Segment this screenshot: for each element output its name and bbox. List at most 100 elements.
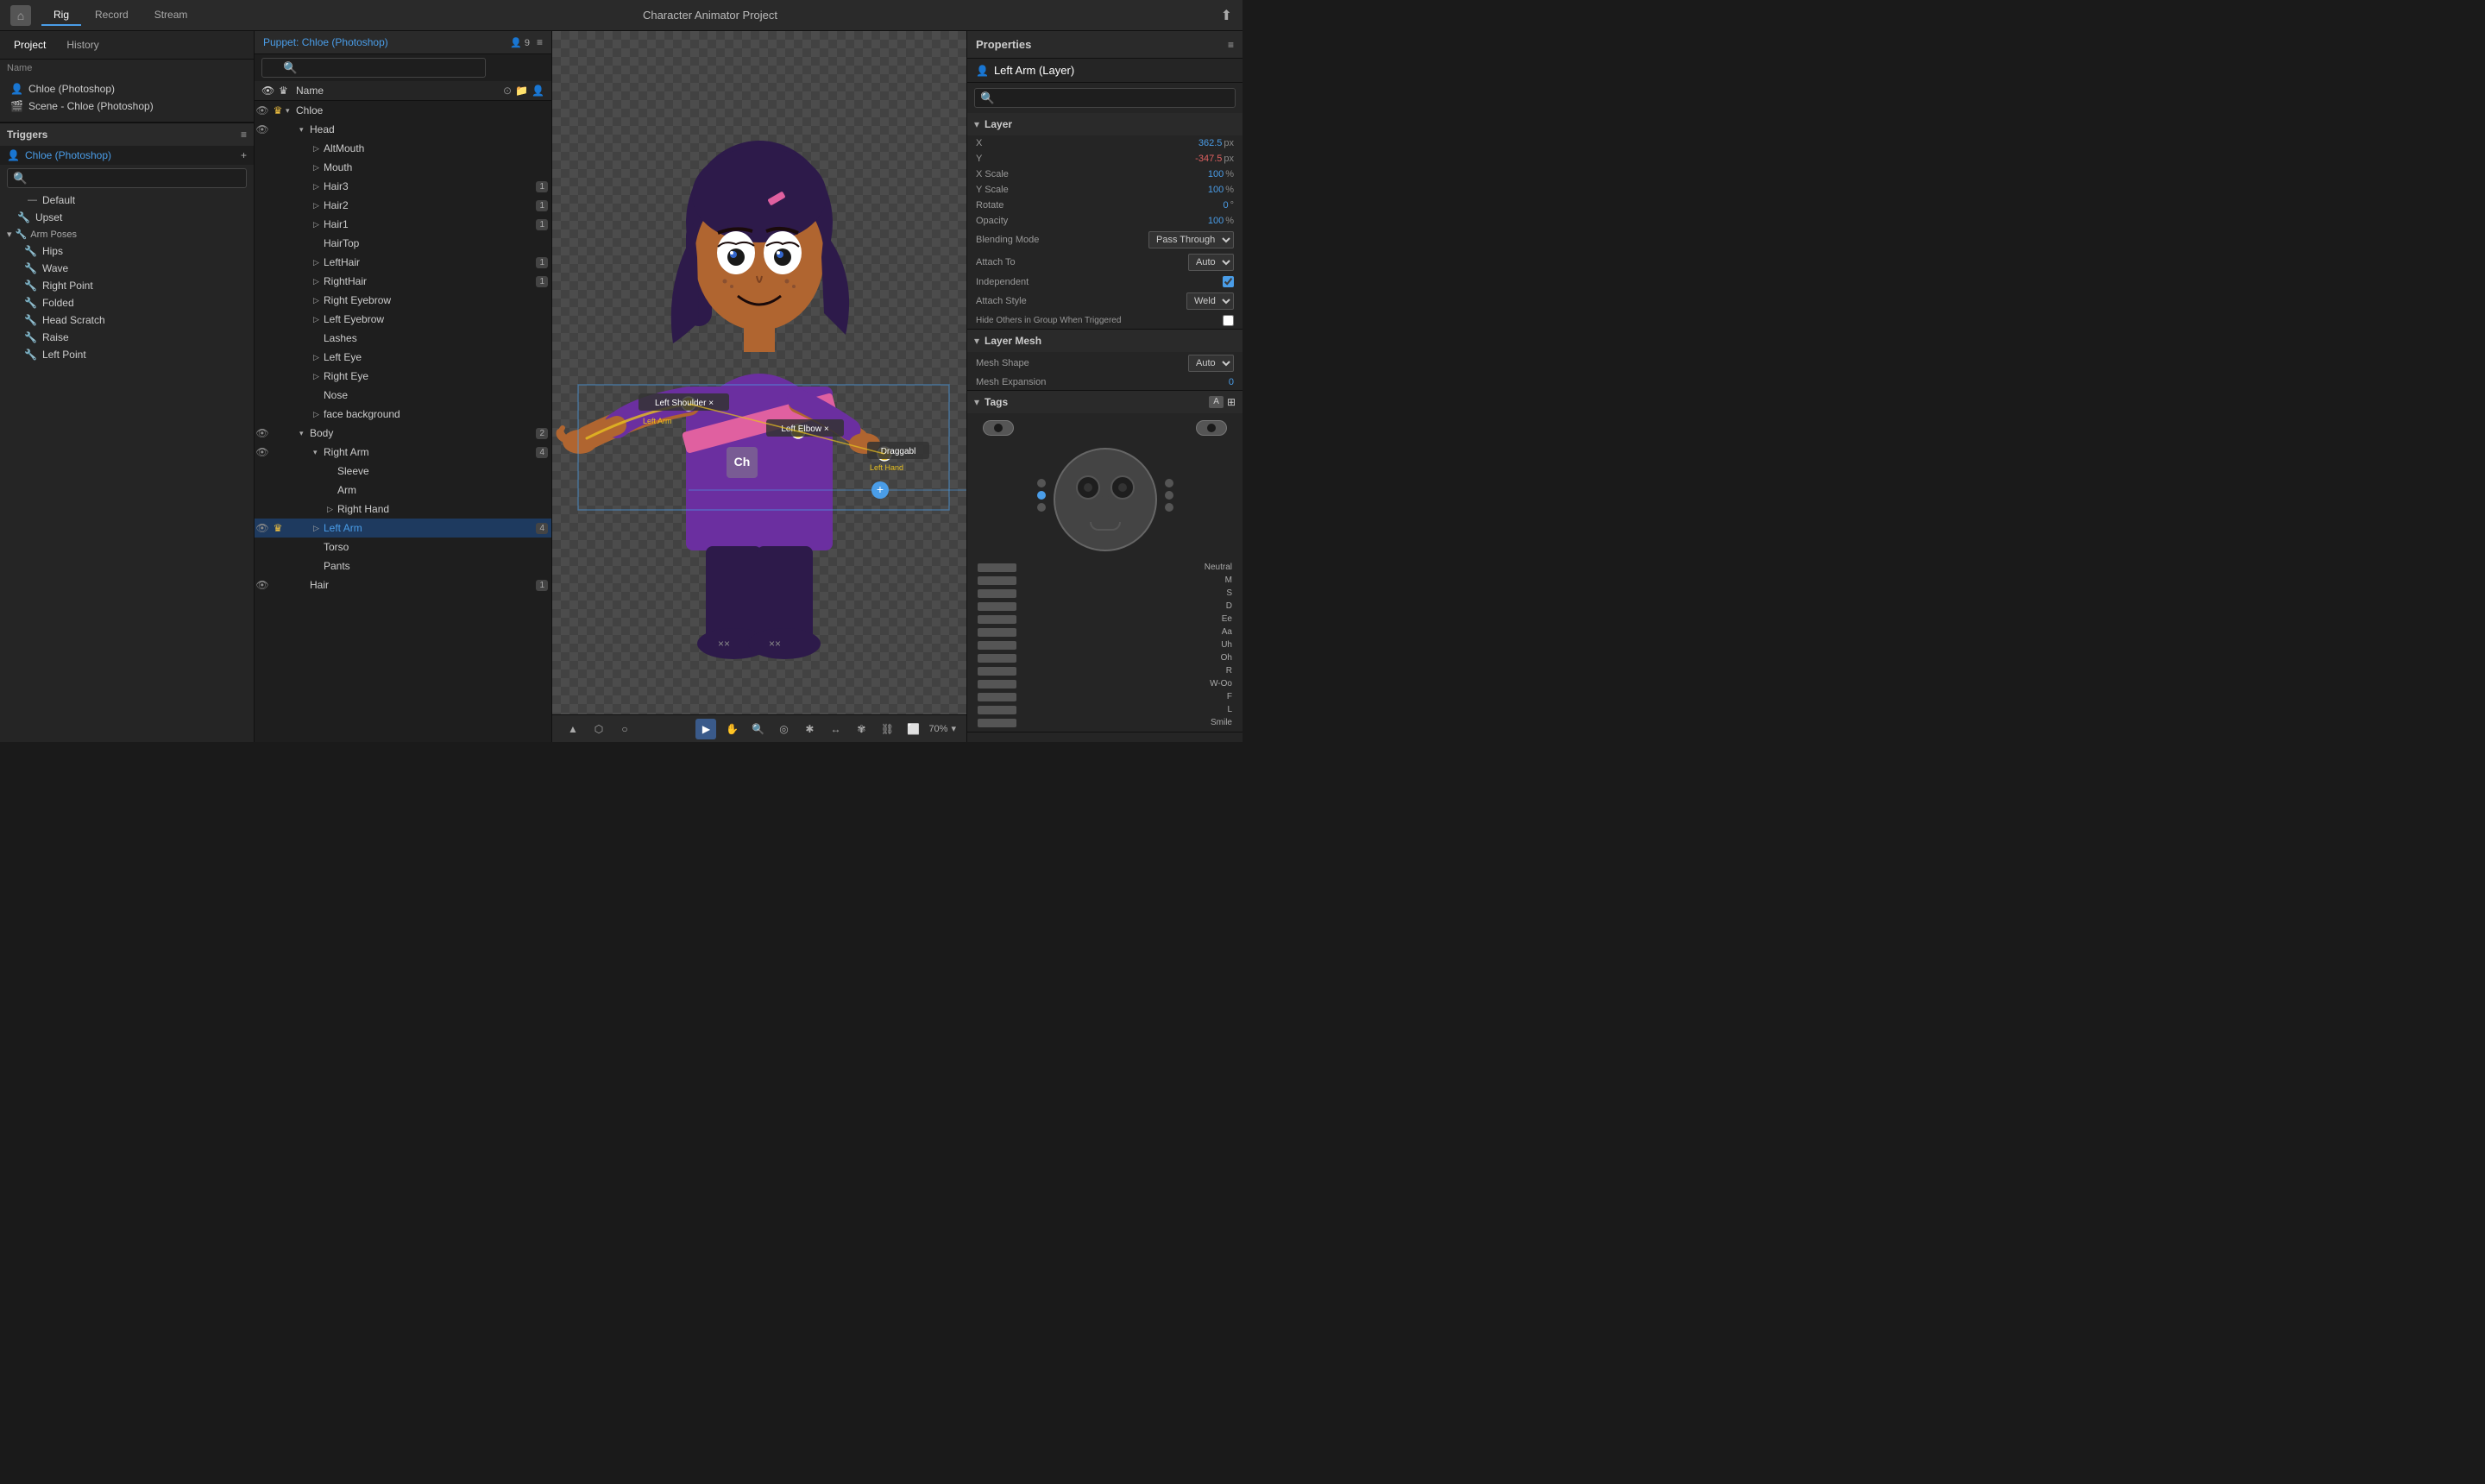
hide-others-checkbox[interactable] <box>1223 315 1234 326</box>
pan-tool[interactable]: ✋ <box>721 719 742 739</box>
tree-eye-18[interactable]: 👁 <box>255 446 270 458</box>
xscale-value[interactable]: 100 <box>1208 169 1224 179</box>
tree-row-right-arm[interactable]: 👁▾Right Arm4 <box>255 443 551 462</box>
tree-eye-1[interactable]: 👁 <box>255 123 270 135</box>
tree-row-arm[interactable]: Arm <box>255 481 551 500</box>
triggers-add-button[interactable]: + <box>241 149 247 161</box>
mesh-shape-select[interactable]: Auto <box>1188 355 1234 372</box>
tree-arrow-11[interactable]: ▷ <box>313 315 324 324</box>
props-menu-icon[interactable]: ≡ <box>1228 39 1234 51</box>
tree-arrow-16[interactable]: ▷ <box>313 410 324 419</box>
project-item-scene[interactable]: 🎬 Scene - Chloe (Photoshop) <box>0 97 254 115</box>
swap-tool[interactable]: ↔ <box>825 719 846 739</box>
trigger-upset[interactable]: 🔧 Upset <box>0 209 254 226</box>
tree-arrow-18[interactable]: ▾ <box>313 448 324 457</box>
puppet-search-input[interactable] <box>261 58 486 78</box>
tree-row-nose[interactable]: Nose <box>255 386 551 405</box>
tree-row-hair3[interactable]: ▷Hair31 <box>255 177 551 196</box>
tree-row-hair1[interactable]: ▷Hair11 <box>255 215 551 234</box>
tree-row-left-eye[interactable]: ▷Left Eye <box>255 348 551 367</box>
tree-row-face-background[interactable]: ▷face background <box>255 405 551 424</box>
tree-arrow-5[interactable]: ▷ <box>313 201 324 211</box>
layer-mesh-section-header[interactable]: ▾ Layer Mesh <box>967 330 1242 352</box>
puppet-menu-icon[interactable]: ≡ <box>537 36 543 48</box>
tree-crown-0[interactable]: ♛ <box>270 104 286 116</box>
trigger-hips[interactable]: 🔧 Hips <box>14 242 254 260</box>
tree-row-sleeve[interactable]: Sleeve <box>255 462 551 481</box>
trigger-right-point[interactable]: 🔧 Right Point <box>14 277 254 294</box>
tree-row-hairtop[interactable]: HairTop <box>255 234 551 253</box>
trigger-head-scratch[interactable]: 🔧 Head Scratch <box>14 311 254 329</box>
tree-row-head[interactable]: 👁▾Head <box>255 120 551 139</box>
tree-row-hair2[interactable]: ▷Hair21 <box>255 196 551 215</box>
y-value[interactable]: -347.5 <box>1195 154 1222 164</box>
tree-row-mouth[interactable]: ▷Mouth <box>255 158 551 177</box>
blending-mode-select[interactable]: Pass Through <box>1148 231 1234 248</box>
tree-eye-22[interactable]: 👁 <box>255 522 270 534</box>
tree-row-hair[interactable]: 👁Hair1 <box>255 575 551 594</box>
tree-arrow-1[interactable]: ▾ <box>299 125 310 135</box>
tree-arrow-10[interactable]: ▷ <box>313 296 324 305</box>
tree-arrow-3[interactable]: ▷ <box>313 163 324 173</box>
trigger-default[interactable]: — Default <box>0 192 254 209</box>
link-tool[interactable]: ⛓ <box>877 719 897 739</box>
tab-stream[interactable]: Stream <box>142 5 200 26</box>
tree-arrow-9[interactable]: ▷ <box>313 277 324 286</box>
tree-row-lashes[interactable]: Lashes <box>255 329 551 348</box>
tree-arrow-17[interactable]: ▾ <box>299 429 310 438</box>
tree-arrow-4[interactable]: ▷ <box>313 182 324 192</box>
tags-section-header[interactable]: ▾ Tags A ⊞ <box>967 391 1242 413</box>
zoom-dropdown-icon[interactable]: ▾ <box>951 723 956 734</box>
project-item-chloe[interactable]: 👤 Chloe (Photoshop) <box>0 80 254 97</box>
tree-arrow-13[interactable]: ▷ <box>313 353 324 362</box>
tree-crown-22[interactable]: ♛ <box>270 522 286 534</box>
warning-icon[interactable]: ▲ <box>563 719 583 739</box>
home-icon[interactable]: ⌂ <box>10 5 31 26</box>
tab-rig[interactable]: Rig <box>41 5 81 26</box>
layer-section-header[interactable]: ▾ Layer <box>967 113 1242 135</box>
trigger-left-point[interactable]: 🔧 Left Point <box>14 346 254 363</box>
tree-row-righthair[interactable]: ▷RightHair1 <box>255 272 551 291</box>
x-value[interactable]: 362.5 <box>1198 138 1223 148</box>
tree-eye-25[interactable]: 👁 <box>255 579 270 591</box>
tree-row-pants[interactable]: Pants <box>255 556 551 575</box>
tree-arrow-14[interactable]: ▷ <box>313 372 324 381</box>
tree-row-altmouth[interactable]: ▷AltMouth <box>255 139 551 158</box>
select-tool[interactable]: ▶ <box>695 719 716 739</box>
tree-arrow-2[interactable]: ▷ <box>313 144 324 154</box>
export-icon[interactable]: ⬆ <box>1221 7 1232 24</box>
tree-arrow-21[interactable]: ▷ <box>327 505 337 514</box>
tags-btn-grid[interactable]: ⊞ <box>1227 396 1236 408</box>
mesh-expansion-value[interactable]: 0 <box>1229 377 1234 387</box>
tree-row-left-arm[interactable]: 👁♛▷Left Arm4 <box>255 519 551 538</box>
triggers-search-input[interactable] <box>7 168 247 188</box>
rotate-value[interactable]: 0 <box>1223 200 1228 211</box>
tags-btn-a[interactable]: A <box>1209 396 1224 408</box>
grid-tool[interactable]: ⬜ <box>903 719 923 739</box>
tree-eye-0[interactable]: 👁 <box>255 104 270 116</box>
tree-arrow-8[interactable]: ▷ <box>313 258 324 267</box>
trigger-raise[interactable]: 🔧 Raise <box>14 329 254 346</box>
hexagon-icon[interactable]: ⬡ <box>588 719 609 739</box>
tree-arrow-22[interactable]: ▷ <box>313 524 324 533</box>
independent-checkbox[interactable] <box>1223 276 1234 287</box>
yscale-value[interactable]: 100 <box>1208 185 1224 195</box>
tab-history[interactable]: History <box>60 36 105 53</box>
opacity-value[interactable]: 100 <box>1208 216 1224 226</box>
tree-row-right-eye[interactable]: ▷Right Eye <box>255 367 551 386</box>
tree-row-right-eyebrow[interactable]: ▷Right Eyebrow <box>255 291 551 310</box>
tree-eye-17[interactable]: 👁 <box>255 427 270 439</box>
tree-row-chloe[interactable]: 👁♛▾Chloe <box>255 101 551 120</box>
tree-row-lefthair[interactable]: ▷LeftHair1 <box>255 253 551 272</box>
target-tool[interactable]: ◎ <box>773 719 794 739</box>
tree-row-body[interactable]: 👁▾Body2 <box>255 424 551 443</box>
zoom-tool[interactable]: 🔍 <box>747 719 768 739</box>
tab-record[interactable]: Record <box>83 5 141 26</box>
trigger-group-arm-poses[interactable]: ▾ 🔧 Arm Poses <box>0 226 254 242</box>
tree-arrow-6[interactable]: ▷ <box>313 220 324 230</box>
star-tool[interactable]: ✱ <box>799 719 820 739</box>
attach-to-select[interactable]: Auto <box>1188 254 1234 271</box>
tree-row-left-eyebrow[interactable]: ▷Left Eyebrow <box>255 310 551 329</box>
trigger-folded[interactable]: 🔧 Folded <box>14 294 254 311</box>
tree-arrow-0[interactable]: ▾ <box>286 106 296 116</box>
